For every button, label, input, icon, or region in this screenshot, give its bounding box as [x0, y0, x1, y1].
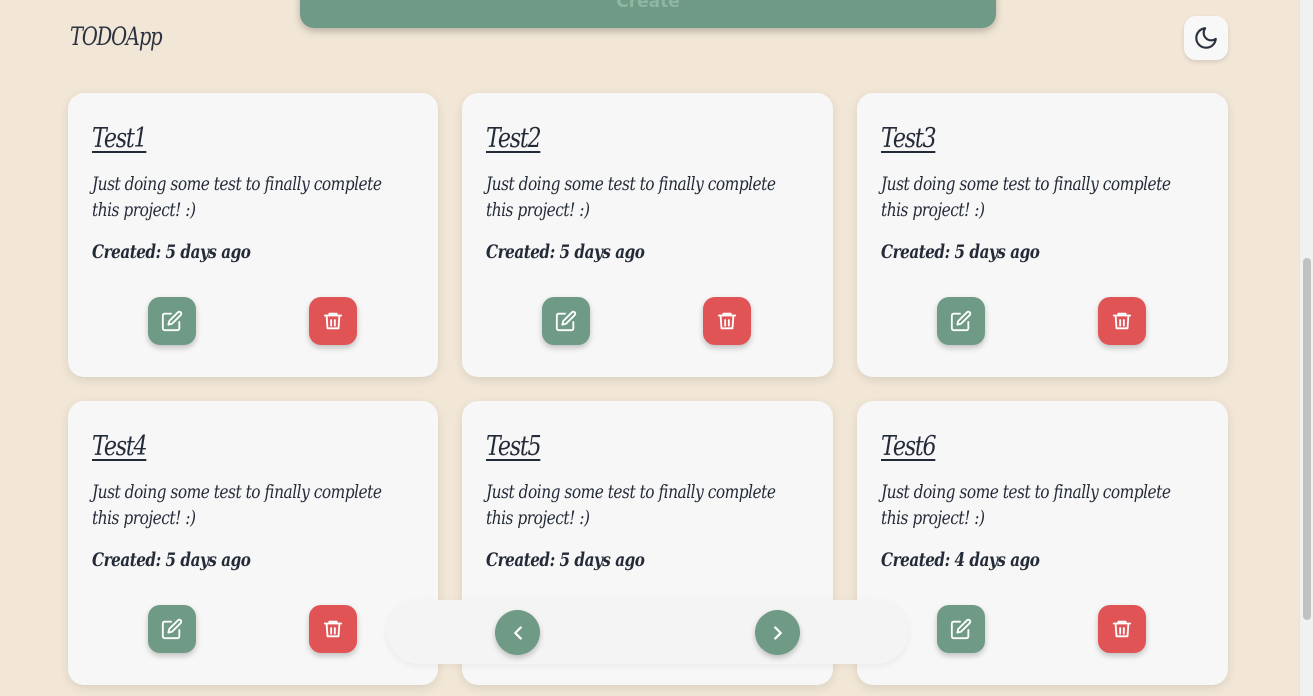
- trash-icon: [1112, 620, 1132, 638]
- delete-button[interactable]: [309, 297, 357, 345]
- todo-card: Test3 Just doing some test to finally co…: [857, 93, 1228, 377]
- delete-button[interactable]: [1098, 605, 1146, 653]
- edit-button[interactable]: [148, 605, 196, 653]
- delete-button[interactable]: [703, 297, 751, 345]
- trash-icon: [323, 620, 343, 638]
- todo-created: Created: 5 days ago: [486, 549, 645, 571]
- delete-button[interactable]: [1098, 297, 1146, 345]
- todo-title: Test1: [92, 123, 148, 154]
- scrollbar-thumb[interactable]: [1303, 258, 1311, 620]
- pagination-bar: [387, 600, 908, 664]
- edit-button[interactable]: [937, 605, 985, 653]
- edit-button[interactable]: [937, 297, 985, 345]
- todo-title: Test5: [486, 431, 542, 462]
- todo-card: Test6 Just doing some test to finally co…: [857, 401, 1228, 685]
- app-logo: TODOApp: [70, 22, 163, 51]
- todo-description: Just doing some test to finally complete…: [486, 173, 776, 221]
- create-button[interactable]: Create: [300, 0, 996, 28]
- edit-icon: [950, 310, 972, 332]
- todo-created: Created: 5 days ago: [881, 241, 1040, 263]
- page-scrollbar[interactable]: [1299, 0, 1313, 696]
- trash-icon: [323, 312, 343, 330]
- todo-title: Test2: [486, 123, 542, 154]
- todo-created: Created: 5 days ago: [486, 241, 645, 263]
- todo-card: Test4 Just doing some test to finally co…: [68, 401, 438, 685]
- todo-description: Just doing some test to finally complete…: [92, 173, 382, 221]
- edit-icon: [555, 310, 577, 332]
- chevron-right-icon: [773, 625, 782, 640]
- next-page-button[interactable]: [755, 610, 800, 655]
- edit-button[interactable]: [148, 297, 196, 345]
- todo-created: Created: 5 days ago: [92, 241, 251, 263]
- todo-created: Created: 4 days ago: [881, 549, 1040, 571]
- edit-icon: [161, 618, 183, 640]
- edit-button[interactable]: [542, 297, 590, 345]
- todo-description: Just doing some test to finally complete…: [92, 481, 382, 529]
- todo-created: Created: 5 days ago: [92, 549, 251, 571]
- previous-page-button[interactable]: [495, 610, 540, 655]
- todo-description: Just doing some test to finally complete…: [881, 481, 1171, 529]
- todo-title: Test3: [881, 123, 937, 154]
- trash-icon: [1112, 312, 1132, 330]
- theme-toggle-button[interactable]: [1184, 16, 1228, 60]
- edit-icon: [950, 618, 972, 640]
- trash-icon: [717, 312, 737, 330]
- create-button-label: Create: [616, 0, 680, 12]
- chevron-left-icon: [513, 625, 522, 640]
- todo-description: Just doing some test to finally complete…: [486, 481, 776, 529]
- todo-card: Test1 Just doing some test to finally co…: [68, 93, 438, 377]
- delete-button[interactable]: [309, 605, 357, 653]
- edit-icon: [161, 310, 183, 332]
- todo-description: Just doing some test to finally complete…: [881, 173, 1171, 221]
- moon-icon: [1195, 27, 1217, 49]
- todo-title: Test6: [881, 431, 937, 462]
- todo-card: Test2 Just doing some test to finally co…: [462, 93, 833, 377]
- todo-title: Test4: [92, 431, 148, 462]
